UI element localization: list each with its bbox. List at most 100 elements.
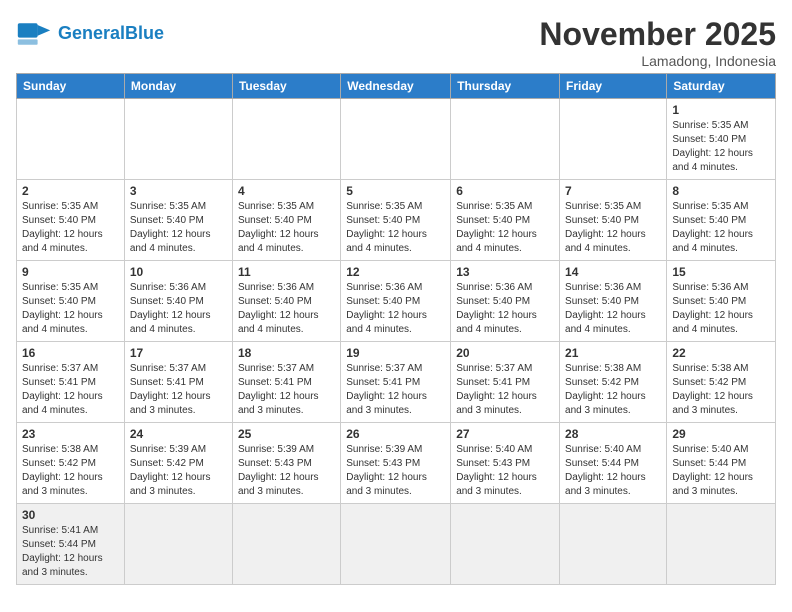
calendar-day-cell: 25Sunrise: 5:39 AM Sunset: 5:43 PM Dayli… bbox=[232, 423, 340, 504]
day-number: 19 bbox=[346, 346, 445, 360]
calendar-day-cell: 7 Sunrise: 5:35 AM Sunset: 5:40 PM Daylig… bbox=[560, 180, 667, 261]
calendar-day-cell bbox=[124, 99, 232, 180]
day-info: Sunrise: 5:38 AM Sunset: 5:42 PM Dayligh… bbox=[22, 443, 119, 499]
calendar-day-cell: 28 Sunrise: 5:40 AM Sunset: 5:44 PM Dayli… bbox=[560, 423, 667, 504]
calendar-day-cell: 1 Sunrise: 5:35 AM Sunset: 5:40 PM Daylig… bbox=[667, 99, 776, 180]
calendar-day-cell: 22 Sunrise: 5:38 AM Sunset: 5:42 PM Dayli… bbox=[667, 342, 776, 423]
day-number: 10 bbox=[130, 265, 227, 279]
day-number: 27 bbox=[456, 427, 554, 441]
day-info: Sunrise: 5:36 AM Sunset: 5:40 PM Dayligh… bbox=[672, 281, 770, 337]
calendar-day-cell: 14 Sunrise: 5:36 AM Sunset: 5:40 PM Dayli… bbox=[560, 261, 667, 342]
day-number: 29 bbox=[672, 427, 770, 441]
day-info: Sunrise: 5:37 AM Sunset: 5:41 PM Dayligh… bbox=[346, 362, 445, 418]
day-number: 21 bbox=[565, 346, 661, 360]
day-info: Sunrise: 5:35 AM Sunset: 5:40 PM Dayligh… bbox=[672, 119, 770, 175]
calendar-day-cell bbox=[124, 504, 232, 585]
day-info: Sunrise: 5:37 AM Sunset: 5:41 PM Dayligh… bbox=[238, 362, 335, 418]
calendar-day-cell: 27Sunrise: 5:40 AM Sunset: 5:43 PM Dayli… bbox=[451, 423, 560, 504]
day-info: Sunrise: 5:39 AM Sunset: 5:43 PM Dayligh… bbox=[346, 443, 445, 499]
title-block: November 2025 Lamadong, Indonesia bbox=[539, 16, 776, 69]
calendar-day-cell: 6Sunrise: 5:35 AM Sunset: 5:40 PM Daylig… bbox=[451, 180, 560, 261]
calendar-day-cell: 18 Sunrise: 5:37 AM Sunset: 5:41 PM Dayli… bbox=[232, 342, 340, 423]
weekday-header-friday: Friday bbox=[560, 74, 667, 99]
day-number: 1 bbox=[672, 103, 770, 117]
day-info: Sunrise: 5:38 AM Sunset: 5:42 PM Dayligh… bbox=[672, 362, 770, 418]
day-number: 30 bbox=[22, 508, 119, 522]
calendar-day-cell: 29Sunrise: 5:40 AM Sunset: 5:44 PM Dayli… bbox=[667, 423, 776, 504]
day-number: 9 bbox=[22, 265, 119, 279]
calendar-day-cell: 26 Sunrise: 5:39 AM Sunset: 5:43 PM Dayli… bbox=[341, 423, 451, 504]
day-info: Sunrise: 5:35 AM Sunset: 5:40 PM Dayligh… bbox=[130, 200, 227, 256]
day-info: Sunrise: 5:36 AM Sunset: 5:40 PM Dayligh… bbox=[565, 281, 661, 337]
calendar-header: GeneralBlue November 2025 Lamadong, Indo… bbox=[16, 16, 776, 69]
day-number: 14 bbox=[565, 265, 661, 279]
calendar-day-cell: 20Sunrise: 5:37 AM Sunset: 5:41 PM Dayli… bbox=[451, 342, 560, 423]
weekday-header-wednesday: Wednesday bbox=[341, 74, 451, 99]
calendar-day-cell bbox=[341, 504, 451, 585]
month-year-title: November 2025 bbox=[539, 16, 776, 53]
logo: GeneralBlue bbox=[16, 16, 164, 52]
calendar-day-cell: 11 Sunrise: 5:36 AM Sunset: 5:40 PM Dayli… bbox=[232, 261, 340, 342]
calendar-day-cell: 21Sunrise: 5:38 AM Sunset: 5:42 PM Dayli… bbox=[560, 342, 667, 423]
day-number: 15 bbox=[672, 265, 770, 279]
day-info: Sunrise: 5:41 AM Sunset: 5:44 PM Dayligh… bbox=[22, 524, 119, 580]
day-number: 11 bbox=[238, 265, 335, 279]
calendar-week-row: 23Sunrise: 5:38 AM Sunset: 5:42 PM Dayli… bbox=[17, 423, 776, 504]
day-info: Sunrise: 5:37 AM Sunset: 5:41 PM Dayligh… bbox=[130, 362, 227, 418]
calendar-week-row: 9 Sunrise: 5:35 AM Sunset: 5:40 PM Daylig… bbox=[17, 261, 776, 342]
logo-icon bbox=[16, 16, 52, 52]
day-info: Sunrise: 5:35 AM Sunset: 5:40 PM Dayligh… bbox=[346, 200, 445, 256]
day-info: Sunrise: 5:36 AM Sunset: 5:40 PM Dayligh… bbox=[346, 281, 445, 337]
day-number: 12 bbox=[346, 265, 445, 279]
calendar-week-row: 16Sunrise: 5:37 AM Sunset: 5:41 PM Dayli… bbox=[17, 342, 776, 423]
calendar-day-cell: 9 Sunrise: 5:35 AM Sunset: 5:40 PM Daylig… bbox=[17, 261, 125, 342]
day-number: 7 bbox=[565, 184, 661, 198]
day-number: 3 bbox=[130, 184, 227, 198]
calendar-day-cell bbox=[232, 504, 340, 585]
day-number: 5 bbox=[346, 184, 445, 198]
calendar-day-cell: 15 Sunrise: 5:36 AM Sunset: 5:40 PM Dayli… bbox=[667, 261, 776, 342]
day-number: 24 bbox=[130, 427, 227, 441]
logo-text: GeneralBlue bbox=[58, 24, 164, 44]
day-info: Sunrise: 5:35 AM Sunset: 5:40 PM Dayligh… bbox=[672, 200, 770, 256]
calendar-day-cell: 13 Sunrise: 5:36 AM Sunset: 5:40 PM Dayli… bbox=[451, 261, 560, 342]
day-info: Sunrise: 5:37 AM Sunset: 5:41 PM Dayligh… bbox=[22, 362, 119, 418]
day-info: Sunrise: 5:35 AM Sunset: 5:40 PM Dayligh… bbox=[565, 200, 661, 256]
calendar-day-cell bbox=[232, 99, 340, 180]
logo-general: General bbox=[58, 23, 125, 43]
day-info: Sunrise: 5:36 AM Sunset: 5:40 PM Dayligh… bbox=[456, 281, 554, 337]
calendar-day-cell: 24Sunrise: 5:39 AM Sunset: 5:42 PM Dayli… bbox=[124, 423, 232, 504]
calendar-day-cell: 8 Sunrise: 5:35 AM Sunset: 5:40 PM Daylig… bbox=[667, 180, 776, 261]
day-info: Sunrise: 5:36 AM Sunset: 5:40 PM Dayligh… bbox=[238, 281, 335, 337]
calendar-week-row: 30 Sunrise: 5:41 AM Sunset: 5:44 PM Dayli… bbox=[17, 504, 776, 585]
calendar-day-cell: 16Sunrise: 5:37 AM Sunset: 5:41 PM Dayli… bbox=[17, 342, 125, 423]
weekday-header-sunday: Sunday bbox=[17, 74, 125, 99]
weekday-header-thursday: Thursday bbox=[451, 74, 560, 99]
day-info: Sunrise: 5:40 AM Sunset: 5:44 PM Dayligh… bbox=[565, 443, 661, 499]
logo-blue-text: Blue bbox=[125, 23, 164, 43]
day-info: Sunrise: 5:35 AM Sunset: 5:40 PM Dayligh… bbox=[22, 281, 119, 337]
day-number: 18 bbox=[238, 346, 335, 360]
calendar-day-cell bbox=[560, 99, 667, 180]
day-number: 8 bbox=[672, 184, 770, 198]
day-number: 6 bbox=[456, 184, 554, 198]
day-number: 13 bbox=[456, 265, 554, 279]
calendar-day-cell bbox=[17, 99, 125, 180]
calendar-day-cell: 5 Sunrise: 5:35 AM Sunset: 5:40 PM Daylig… bbox=[341, 180, 451, 261]
day-info: Sunrise: 5:35 AM Sunset: 5:40 PM Dayligh… bbox=[238, 200, 335, 256]
day-number: 28 bbox=[565, 427, 661, 441]
weekday-header-tuesday: Tuesday bbox=[232, 74, 340, 99]
calendar-day-cell: 12 Sunrise: 5:36 AM Sunset: 5:40 PM Dayli… bbox=[341, 261, 451, 342]
day-number: 22 bbox=[672, 346, 770, 360]
day-info: Sunrise: 5:35 AM Sunset: 5:40 PM Dayligh… bbox=[22, 200, 119, 256]
day-number: 2 bbox=[22, 184, 119, 198]
calendar-day-cell bbox=[341, 99, 451, 180]
calendar-day-cell: 23Sunrise: 5:38 AM Sunset: 5:42 PM Dayli… bbox=[17, 423, 125, 504]
day-info: Sunrise: 5:37 AM Sunset: 5:41 PM Dayligh… bbox=[456, 362, 554, 418]
calendar-day-cell: 2 Sunrise: 5:35 AM Sunset: 5:40 PM Daylig… bbox=[17, 180, 125, 261]
weekday-header-row: SundayMondayTuesdayWednesdayThursdayFrid… bbox=[17, 74, 776, 99]
day-number: 26 bbox=[346, 427, 445, 441]
day-info: Sunrise: 5:36 AM Sunset: 5:40 PM Dayligh… bbox=[130, 281, 227, 337]
calendar-week-row: 2 Sunrise: 5:35 AM Sunset: 5:40 PM Daylig… bbox=[17, 180, 776, 261]
calendar-day-cell: 17Sunrise: 5:37 AM Sunset: 5:41 PM Dayli… bbox=[124, 342, 232, 423]
